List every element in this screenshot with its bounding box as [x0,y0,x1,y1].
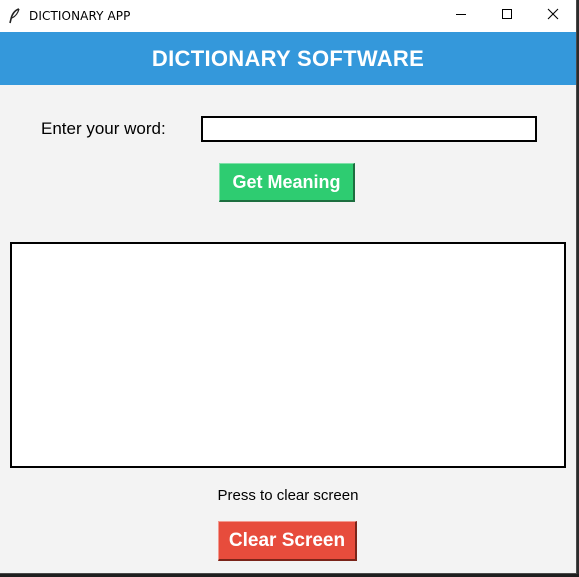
maximize-button[interactable] [484,0,530,32]
header-title: DICTIONARY SOFTWARE [151,45,425,71]
close-icon [547,7,559,25]
feather-icon [8,8,22,24]
meaning-output-box[interactable] [10,242,566,468]
get-meaning-button[interactable]: Get Meaning [219,163,355,202]
window-title: DICTIONARY APP [29,9,131,23]
clear-screen-button[interactable]: Clear Screen [218,521,357,561]
word-input[interactable] [201,116,537,142]
close-button[interactable] [530,0,576,32]
clear-screen-label: Press to clear screen [217,487,359,504]
minimize-button[interactable] [438,0,484,32]
maximize-icon [501,7,513,25]
app-header: DICTIONARY SOFTWARE [0,32,576,85]
title-bar[interactable]: DICTIONARY APP [0,0,576,32]
word-label: Enter your word: [41,119,166,138]
minimize-icon [455,7,467,25]
app-window: DICTIONARY APP DICTIONARY SOFTWARE Enter… [0,0,577,574]
